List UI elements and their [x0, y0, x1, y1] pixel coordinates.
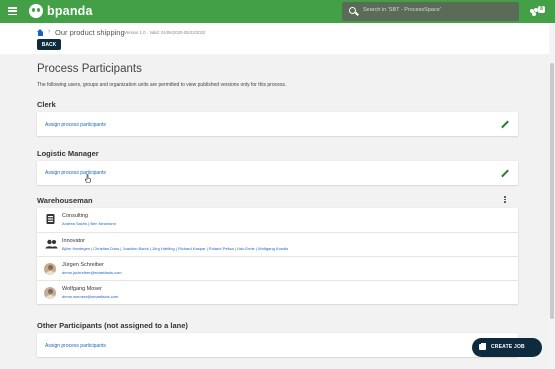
lane-card-clerk: Assign process participants	[37, 112, 518, 136]
avatar	[44, 263, 56, 275]
version-validity-text: Version 1.0 · Valid: 01/06/2020-05/22/20…	[124, 30, 206, 35]
notification-count-badge: 8	[538, 6, 545, 13]
hand-cursor-icon	[85, 174, 91, 183]
lane-title-clerk: Clerk	[37, 100, 56, 109]
edit-icon[interactable]	[501, 170, 509, 178]
back-button[interactable]: BACK	[37, 39, 61, 50]
vertical-scrollbar[interactable]	[549, 23, 555, 369]
page-title: Process Participants	[37, 63, 142, 75]
scrollbar-thumb[interactable]	[550, 63, 554, 319]
process-header: › Our product shipping Version 1.0 · Val…	[0, 23, 549, 54]
participant-name: Wolfgang Moser	[62, 286, 102, 292]
create-job-button[interactable]: CREATE JOB	[472, 338, 542, 357]
avatar	[44, 287, 56, 299]
participant-name: Innovator	[62, 238, 85, 244]
participant-row[interactable]: Innovator Björn Hardegen | Christian Dos…	[37, 232, 518, 256]
participant-email[interactable]: demo.wmoser@smartfacts.com	[62, 294, 118, 299]
participant-name: Jürgen Schreiber	[62, 262, 104, 268]
chevron-right-icon: ›	[48, 28, 51, 35]
assign-participants-link[interactable]: Assign process participants	[45, 343, 106, 349]
lane-title-other-participants: Other Participants (not assigned to a la…	[37, 321, 188, 330]
top-app-bar: bpanda Search in 'SBT - ProcessSpace' 8	[0, 0, 555, 23]
assign-participants-link[interactable]: Assign process participants	[45, 170, 106, 176]
brand-name: bpanda	[47, 4, 93, 18]
breadcrumb-process-title[interactable]: Our product shipping	[55, 28, 125, 37]
edit-icon[interactable]	[501, 121, 509, 129]
search-placeholder: Search in 'SBT - ProcessSpace'	[363, 7, 441, 13]
lane-title-warehouseman: Warehouseman	[37, 196, 93, 205]
create-job-label: CREATE JOB	[491, 344, 525, 350]
bpanda-logo-icon	[29, 4, 43, 18]
participant-details[interactable]: Andrea Sachs | Ben Neumann	[62, 221, 116, 226]
lane-card-warehouseman: Consulting Andrea Sachs | Ben Neumann In…	[37, 208, 518, 304]
participant-row[interactable]: Wolfgang Moser demo.wmoser@smartfacts.co…	[37, 280, 518, 304]
lane-title-logistic-manager: Logistic Manager	[37, 149, 99, 158]
search-icon	[349, 7, 356, 14]
more-options-icon[interactable]	[504, 196, 507, 204]
participant-row[interactable]: Jürgen Schreiber demo.jschreiber@smartfa…	[37, 256, 518, 280]
participant-name: Consulting	[62, 213, 88, 219]
lane-card-other-participants: Assign process participants	[37, 333, 518, 357]
assign-participants-link[interactable]: Assign process participants	[45, 122, 106, 128]
notifications-button[interactable]: 8	[530, 6, 545, 17]
menu-icon[interactable]	[8, 7, 17, 16]
participant-email[interactable]: demo.jschreiber@smartfacts.com	[62, 270, 122, 275]
home-icon[interactable]	[37, 29, 44, 36]
participant-row[interactable]: Consulting Andrea Sachs | Ben Neumann	[37, 208, 518, 232]
group-icon	[45, 239, 58, 249]
search-input[interactable]: Search in 'SBT - ProcessSpace'	[342, 2, 519, 21]
page-description: The following users, groups and organiza…	[37, 82, 287, 88]
lane-card-logistic-manager: Assign process participants	[37, 161, 518, 185]
briefcase-icon	[479, 342, 486, 350]
org-unit-icon	[46, 214, 55, 224]
participant-details[interactable]: Björn Hardegen | Christian Doss | Joachi…	[62, 246, 288, 251]
